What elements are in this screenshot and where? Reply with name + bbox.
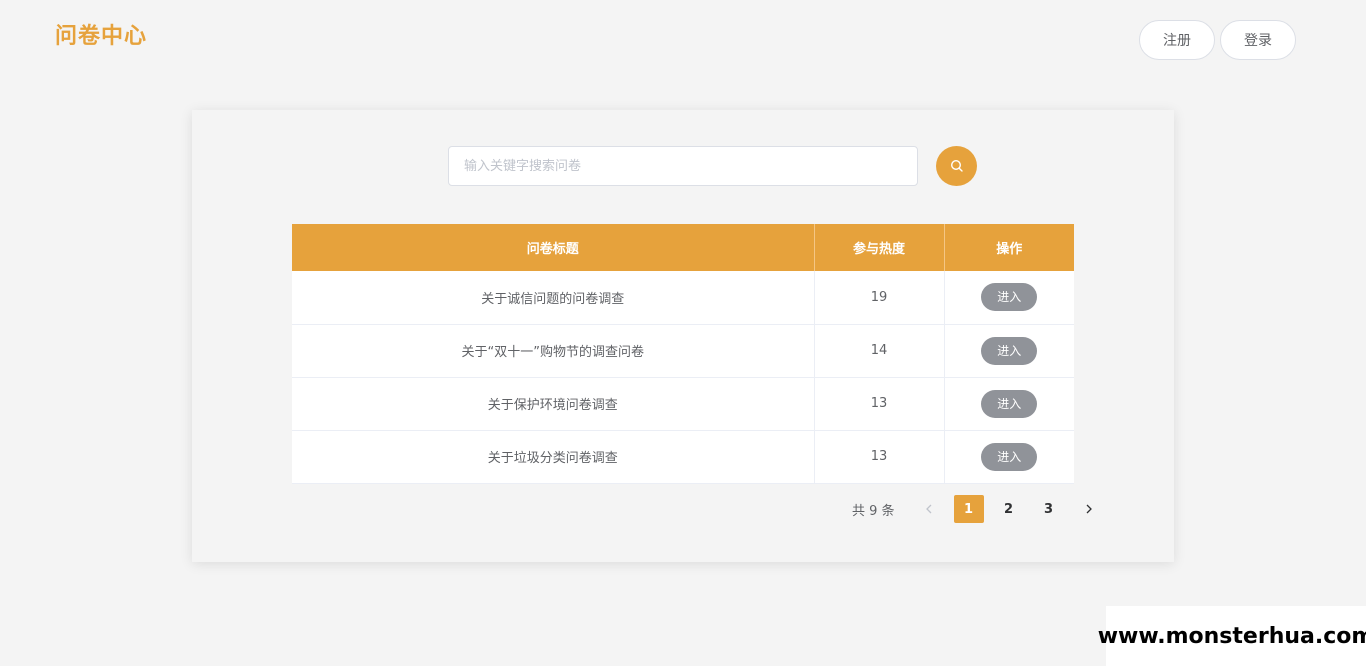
table-row: 关于“双十一”购物节的调查问卷 14 进入 [292, 324, 1074, 378]
row-heat: 19 [814, 271, 945, 325]
row-action-cell: 进入 [944, 430, 1074, 484]
pagination: 共 9 条 1 2 3 [852, 495, 1109, 523]
table-row: 关于诚信问题的问卷调查 19 进入 [292, 271, 1074, 325]
chevron-left-icon [925, 504, 932, 514]
enter-button[interactable]: 进入 [981, 389, 1038, 418]
row-action-cell: 进入 [944, 377, 1074, 431]
enter-button[interactable]: 进入 [981, 442, 1038, 471]
row-action-cell: 进入 [944, 271, 1074, 325]
row-title: 关于保护环境问卷调查 [292, 377, 815, 431]
row-title: 关于诚信问题的问卷调查 [292, 271, 815, 325]
app-logo: 问卷中心 [55, 24, 148, 49]
table-row: 关于保护环境问卷调查 13 进入 [292, 377, 1074, 431]
pagination-page-1[interactable]: 1 [953, 495, 984, 523]
header-action: 操作 [944, 224, 1074, 271]
search-icon [950, 159, 963, 172]
row-heat: 13 [814, 430, 945, 484]
login-button[interactable]: 登录 [1220, 20, 1296, 60]
row-title: 关于“双十一”购物节的调查问卷 [292, 324, 815, 378]
register-button[interactable]: 注册 [1139, 20, 1215, 60]
enter-button[interactable]: 进入 [981, 336, 1038, 365]
row-action-cell: 进入 [944, 324, 1074, 378]
survey-table: 问卷标题 参与热度 操作 关于诚信问题的问卷调查 19 进入 关于“双十一”购物… [292, 224, 1074, 484]
table-header-row: 问卷标题 参与热度 操作 [292, 224, 1074, 271]
row-heat: 14 [814, 324, 945, 378]
row-title: 关于垃圾分类问卷调查 [292, 430, 815, 484]
table-row: 关于垃圾分类问卷调查 13 进入 [292, 430, 1074, 484]
pagination-page-3[interactable]: 3 [1034, 495, 1064, 523]
watermark: www.monsterhua.com [1098, 606, 1366, 666]
search-button[interactable] [936, 146, 977, 186]
enter-button[interactable]: 进入 [981, 283, 1038, 312]
pagination-prev[interactable] [914, 495, 944, 523]
pagination-page-2[interactable]: 2 [994, 495, 1024, 523]
header-heat: 参与热度 [814, 224, 945, 271]
pagination-next[interactable] [1074, 495, 1104, 523]
row-heat: 13 [814, 377, 945, 431]
pagination-total: 共 9 条 [852, 503, 895, 519]
search-input[interactable] [448, 146, 918, 186]
chevron-right-icon [1086, 504, 1092, 514]
header-title: 问卷标题 [292, 224, 815, 271]
survey-card: 问卷标题 参与热度 操作 关于诚信问题的问卷调查 19 进入 关于“双十一”购物… [192, 110, 1174, 562]
